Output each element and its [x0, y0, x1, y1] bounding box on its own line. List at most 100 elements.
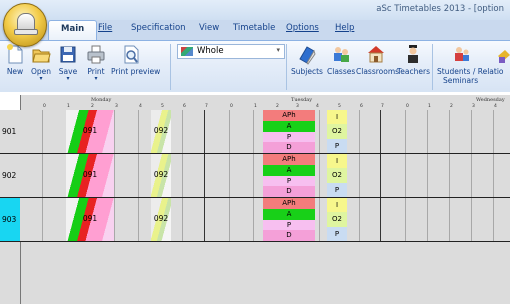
- lesson-i[interactable]: I: [327, 110, 347, 125]
- lesson-card-label: 092: [153, 126, 169, 135]
- bell-base-icon: [14, 29, 38, 35]
- class-row-header-selected[interactable]: 903: [0, 198, 20, 242]
- lesson-d[interactable]: D: [263, 230, 315, 241]
- lesson-aph[interactable]: APh: [263, 110, 315, 121]
- lesson-p-right[interactable]: P: [327, 182, 347, 197]
- lesson-aph[interactable]: APh: [263, 154, 315, 165]
- tab-file-label: File: [98, 23, 113, 33]
- class-row-header[interactable]: 902: [0, 154, 20, 198]
- ribbon-separator: [170, 44, 171, 90]
- tab-specification[interactable]: Specification: [131, 23, 186, 33]
- row-cells[interactable]: 091 092 APh A P D I O2 P: [20, 110, 510, 154]
- open-button[interactable]: Open ▾: [29, 43, 53, 82]
- lesson-o2[interactable]: O2: [327, 168, 347, 183]
- view-combo[interactable]: Whole ▾: [177, 44, 285, 59]
- lesson-card-label: 091: [82, 214, 98, 223]
- table-row[interactable]: 902 091 092 APh A P D I O2 P: [0, 154, 510, 198]
- period-number: 4: [316, 104, 319, 109]
- open-folder-icon: [31, 43, 51, 65]
- lesson-card[interactable]: 092: [151, 110, 171, 153]
- window-title: aSc Timetables 2013 - [option: [376, 4, 504, 14]
- lesson-card-label: 091: [82, 126, 98, 135]
- save-disk-icon: [58, 43, 78, 65]
- lesson-card-label: 091: [82, 170, 98, 179]
- lesson-o2[interactable]: O2: [327, 124, 347, 139]
- lesson-card[interactable]: 092: [151, 198, 171, 241]
- title-bar: aSc Timetables 2013 - [option: [0, 0, 510, 20]
- row-cells[interactable]: 091 092 APh A P D I O2 P: [20, 154, 510, 198]
- ribbon-separator: [286, 44, 287, 90]
- day-header-monday: Monday: [91, 97, 112, 103]
- row-cells[interactable]: 091 092 APh A P D I O2 P: [20, 198, 510, 242]
- new-button[interactable]: New: [4, 43, 26, 76]
- period-number: 5: [161, 104, 164, 109]
- period-number: 6: [183, 104, 186, 109]
- lesson-p-right[interactable]: P: [327, 138, 347, 153]
- period-number: 3: [296, 104, 299, 109]
- lesson-card[interactable]: 092: [151, 154, 171, 197]
- table-row[interactable]: 901 091 092 APh A P D I O2 P: [0, 110, 510, 154]
- timetable-grid: Monday Tuesday Wednesday 0 1 2 3 4 5 6 7…: [0, 92, 510, 304]
- lesson-card[interactable]: 091: [66, 154, 114, 197]
- print-dropdown-arrow[interactable]: ▾: [84, 76, 108, 82]
- lesson-i[interactable]: I: [327, 154, 347, 169]
- subjects-book-icon: [297, 43, 317, 65]
- period-number: 4: [494, 104, 497, 109]
- classrooms-label: Classrooms: [356, 67, 400, 76]
- print-button[interactable]: Print ▾: [84, 43, 108, 82]
- teacher-icon: [403, 43, 423, 65]
- print-preview-label: Print preview: [111, 67, 161, 76]
- tab-file[interactable]: File: [98, 23, 112, 33]
- lesson-card-group[interactable]: APh A P D: [263, 154, 315, 197]
- tab-options[interactable]: Options: [286, 23, 319, 33]
- ribbon-separator: [432, 44, 433, 90]
- classes-people-icon: [331, 43, 351, 65]
- tab-timetable[interactable]: Timetable: [233, 23, 275, 33]
- save-dropdown-arrow[interactable]: ▾: [57, 76, 79, 82]
- tab-options-label: Options: [286, 23, 319, 33]
- lesson-p[interactable]: P: [263, 175, 315, 187]
- period-number: 6: [360, 104, 363, 109]
- period-number: 1: [254, 104, 257, 109]
- lesson-a[interactable]: A: [263, 208, 315, 220]
- class-row-header[interactable]: 901: [0, 110, 20, 154]
- classrooms-button[interactable]: Classrooms: [356, 43, 400, 76]
- chevron-down-icon[interactable]: ▾: [276, 46, 280, 54]
- students-icon: [451, 43, 471, 65]
- lesson-card-group[interactable]: I O2 P: [327, 154, 347, 197]
- day-header-tuesday: Tuesday: [291, 97, 313, 103]
- open-dropdown-arrow[interactable]: ▾: [29, 76, 53, 82]
- tab-view[interactable]: View: [199, 23, 219, 33]
- period-number: 1: [67, 104, 70, 109]
- lesson-o2[interactable]: O2: [327, 212, 347, 227]
- classes-button[interactable]: Classes: [327, 43, 355, 76]
- lesson-d[interactable]: D: [263, 142, 315, 153]
- lesson-card[interactable]: 091: [66, 198, 114, 241]
- lesson-aph[interactable]: APh: [263, 198, 315, 209]
- lesson-card-group[interactable]: APh A P D: [263, 198, 315, 241]
- lesson-i[interactable]: I: [327, 198, 347, 213]
- lesson-p[interactable]: P: [263, 219, 315, 231]
- table-row[interactable]: 903 091 092 APh A P D I O2 P: [0, 198, 510, 242]
- lesson-p-right[interactable]: P: [327, 226, 347, 241]
- lesson-a[interactable]: A: [263, 164, 315, 176]
- lesson-card[interactable]: 091: [66, 110, 114, 153]
- lesson-a[interactable]: A: [263, 120, 315, 132]
- lesson-d[interactable]: D: [263, 186, 315, 197]
- lesson-card-group[interactable]: I O2 P: [327, 198, 347, 241]
- lesson-card-label: 092: [153, 170, 169, 179]
- subjects-button[interactable]: Subjects: [289, 43, 325, 76]
- lesson-card-group[interactable]: I O2 P: [327, 110, 347, 153]
- application-menu-button[interactable]: [3, 3, 47, 47]
- lesson-card-group[interactable]: APh A P D: [263, 110, 315, 153]
- period-number: 7: [205, 104, 208, 109]
- save-button[interactable]: Save ▾: [57, 43, 79, 82]
- teachers-label: Teachers: [397, 67, 430, 76]
- period-number: 0: [43, 104, 46, 109]
- teachers-button[interactable]: Teachers: [397, 43, 430, 76]
- class-name: 903: [2, 215, 17, 224]
- print-preview-button[interactable]: Print preview: [111, 43, 161, 76]
- lesson-p[interactable]: P: [263, 131, 315, 143]
- seminars-icon[interactable]: [496, 46, 510, 66]
- tab-help[interactable]: Help: [335, 23, 354, 33]
